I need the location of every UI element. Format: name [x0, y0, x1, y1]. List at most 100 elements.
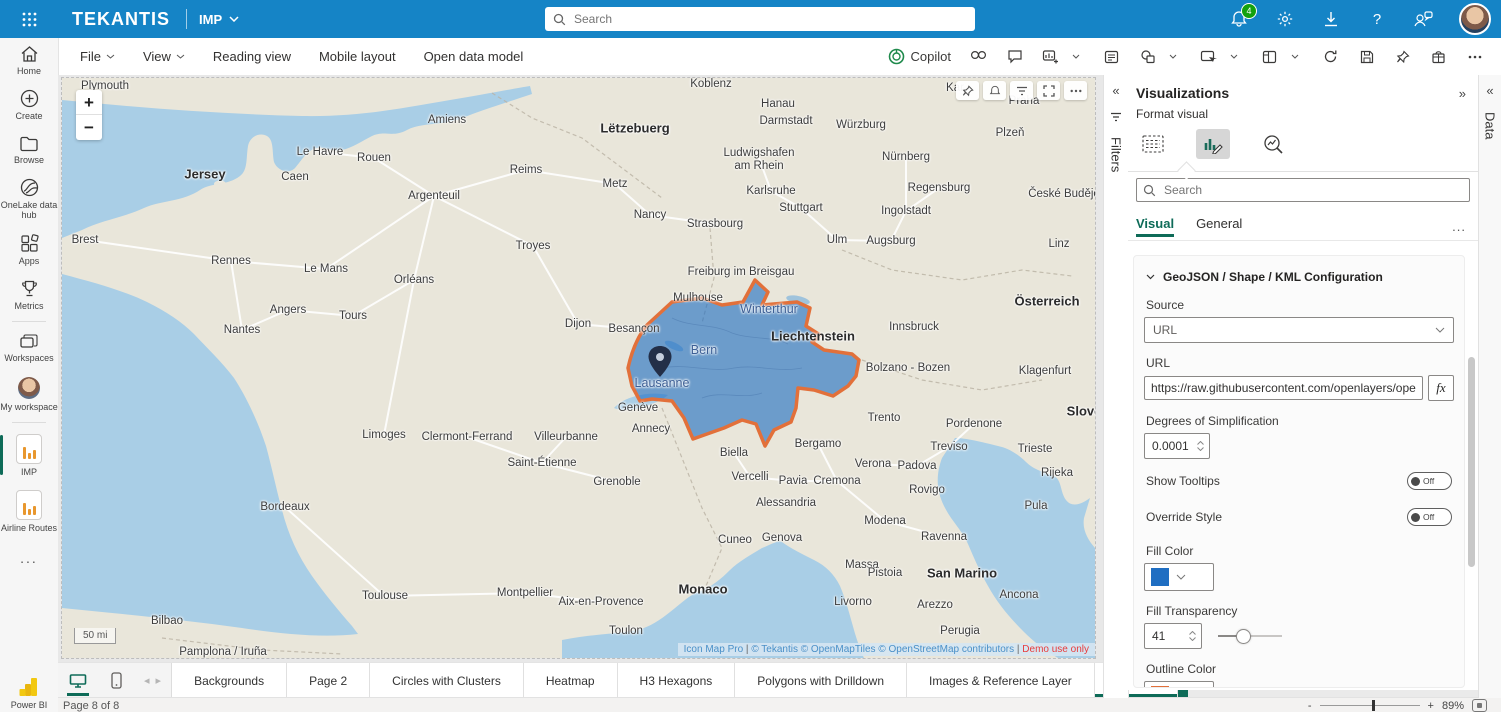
text-box-icon[interactable] — [1103, 48, 1120, 65]
feedback-icon[interactable] — [1413, 9, 1433, 29]
alert-icon[interactable] — [983, 81, 1006, 100]
data-pane-label[interactable]: Data — [1483, 112, 1498, 139]
format-visual-tab-icon[interactable] — [1196, 129, 1230, 159]
menu-view[interactable]: View — [143, 49, 185, 64]
format-search[interactable] — [1136, 178, 1470, 202]
source-select[interactable]: URL — [1144, 317, 1454, 343]
notifications-icon[interactable]: 4 — [1229, 9, 1249, 29]
page-tab-heatmap[interactable]: Heatmap — [524, 663, 618, 698]
mobile-view-icon[interactable] — [102, 667, 130, 695]
page-tab-polygons-with-drilldown[interactable]: Polygons with Drilldown — [735, 663, 907, 698]
stepper-arrows[interactable] — [1189, 631, 1201, 641]
nav-report-imp[interactable]: IMP — [0, 427, 58, 483]
buttons-icon[interactable] — [1200, 48, 1217, 65]
format-more-options[interactable]: ... — [1452, 219, 1466, 234]
save-icon[interactable] — [1358, 48, 1375, 65]
account-avatar[interactable] — [1459, 3, 1491, 35]
fx-conditional-format-button[interactable]: fx — [1428, 375, 1454, 401]
url-input[interactable] — [1144, 376, 1423, 400]
settings-icon[interactable] — [1275, 9, 1295, 29]
new-visual-chevron[interactable] — [1067, 48, 1084, 65]
analytics-tab-icon[interactable] — [1256, 129, 1290, 159]
global-search[interactable] — [545, 7, 975, 31]
page-tab-backgrounds[interactable]: Backgrounds — [172, 663, 287, 698]
nav-more[interactable]: ... — [20, 540, 38, 576]
buttons-chevron[interactable] — [1225, 48, 1242, 65]
nav-workspaces[interactable]: Workspaces — [0, 326, 58, 369]
attribution-openmaptiles-link[interactable]: © OpenMapTiles — [801, 644, 876, 655]
page-tab-h3-hexagons[interactable]: H3 Hexagons — [618, 663, 736, 698]
shapes-chevron[interactable] — [1164, 48, 1181, 65]
attribution-osm-link[interactable]: © OpenStreetMap contributors — [878, 644, 1014, 655]
stepper-arrows[interactable] — [1197, 441, 1209, 451]
map-zoom-in-button[interactable]: + — [76, 90, 102, 115]
desktop-view-icon[interactable] — [64, 667, 92, 695]
page-layout-chevron[interactable] — [1286, 48, 1303, 65]
build-visual-tab-icon[interactable] — [1136, 129, 1170, 159]
menu-mobile-layout[interactable]: Mobile layout — [319, 49, 396, 64]
canvas-zoom-slider[interactable] — [1320, 705, 1420, 706]
nav-create[interactable]: Create — [0, 82, 58, 127]
more-options-icon[interactable] — [1466, 48, 1483, 65]
simplification-input[interactable] — [1144, 433, 1210, 459]
search-input[interactable] — [572, 11, 967, 27]
fill-transparency-input[interactable] — [1144, 623, 1202, 649]
menu-reading-view[interactable]: Reading view — [213, 49, 291, 64]
expand-filters-icon[interactable]: « — [1112, 83, 1119, 98]
page-layout-icon[interactable] — [1261, 48, 1278, 65]
page-tab-images-reference-layer[interactable]: Images & Reference Layer — [907, 663, 1095, 698]
find-icon[interactable] — [970, 48, 987, 65]
copilot-button[interactable]: Copilot — [888, 48, 951, 65]
simplification-value[interactable] — [1145, 439, 1194, 453]
comment-icon[interactable] — [1006, 48, 1023, 65]
new-visual-icon[interactable] — [1042, 48, 1059, 65]
nav-browse[interactable]: Browse — [0, 128, 58, 171]
sensitivity-icon[interactable] — [1430, 48, 1447, 65]
filter-icon[interactable] — [1010, 81, 1033, 100]
menu-open-data-model[interactable]: Open data model — [424, 49, 524, 64]
fill-transparency-value[interactable] — [1145, 629, 1182, 643]
nav-my-workspace[interactable]: My workspace — [0, 370, 58, 418]
attribution-demo-link[interactable]: Demo use only — [1022, 644, 1089, 655]
page-tab-circles-with-clusters[interactable]: Circles with Clusters — [370, 663, 524, 698]
geojson-section-header[interactable]: GeoJSON / Shape / KML Configuration — [1146, 270, 1454, 284]
show-tooltips-toggle[interactable]: Off — [1407, 472, 1452, 490]
page-nav-chevrons[interactable]: ◂▸ — [140, 674, 165, 687]
page-tab-page-2[interactable]: Page 2 — [287, 663, 370, 698]
pin-visual-icon[interactable] — [956, 81, 979, 100]
attribution-product-link[interactable]: Icon Map Pro — [684, 644, 743, 655]
canvas-zoom-in-button[interactable]: + — [1428, 700, 1434, 712]
focus-mode-icon[interactable] — [1037, 81, 1060, 100]
panel-scrollbar[interactable] — [1468, 261, 1475, 681]
download-icon[interactable] — [1321, 9, 1341, 29]
map-zoom-out-button[interactable]: − — [76, 115, 102, 140]
expand-data-icon[interactable]: « — [1486, 83, 1493, 98]
outline-color-picker[interactable] — [1144, 681, 1214, 688]
fill-transparency-slider[interactable] — [1218, 629, 1282, 643]
nav-apps[interactable]: Apps — [0, 227, 58, 272]
collapse-visualizations-icon[interactable]: » — [1459, 86, 1466, 101]
app-launcher-icon[interactable] — [0, 12, 58, 27]
help-icon[interactable]: ? — [1367, 9, 1387, 29]
nav-onelake-data-hub[interactable]: OneLake data hub — [0, 171, 58, 227]
nav-report-airline-routes[interactable]: Airline Routes — [0, 483, 58, 539]
format-tab-visual[interactable]: Visual — [1136, 216, 1174, 237]
format-search-input[interactable] — [1162, 182, 1463, 198]
fit-to-page-icon[interactable] — [1472, 699, 1487, 712]
icon-map-visual[interactable]: PlymouthKarKoblenzPrahaHanauAmiensLëtzeb… — [62, 78, 1095, 658]
visual-more-options-icon[interactable] — [1064, 81, 1087, 100]
override-style-toggle[interactable]: Off — [1407, 508, 1452, 526]
canvas-zoom-slider-thumb[interactable] — [1372, 700, 1375, 711]
format-tab-general[interactable]: General — [1196, 216, 1242, 237]
nav-metrics[interactable]: Metrics — [0, 272, 58, 317]
filters-pane-label[interactable]: Filters — [1109, 137, 1124, 172]
canvas-zoom-out-button[interactable]: - — [1308, 700, 1312, 712]
fill-color-picker[interactable] — [1144, 563, 1214, 591]
shapes-icon[interactable] — [1139, 48, 1156, 65]
pin-icon[interactable] — [1394, 48, 1411, 65]
nav-home[interactable]: Home — [0, 38, 58, 82]
menu-file[interactable]: File — [80, 49, 115, 64]
attribution-tekantis-link[interactable]: © Tekantis — [751, 644, 798, 655]
workspace-switcher[interactable]: IMP — [199, 12, 239, 27]
refresh-icon[interactable] — [1322, 48, 1339, 65]
